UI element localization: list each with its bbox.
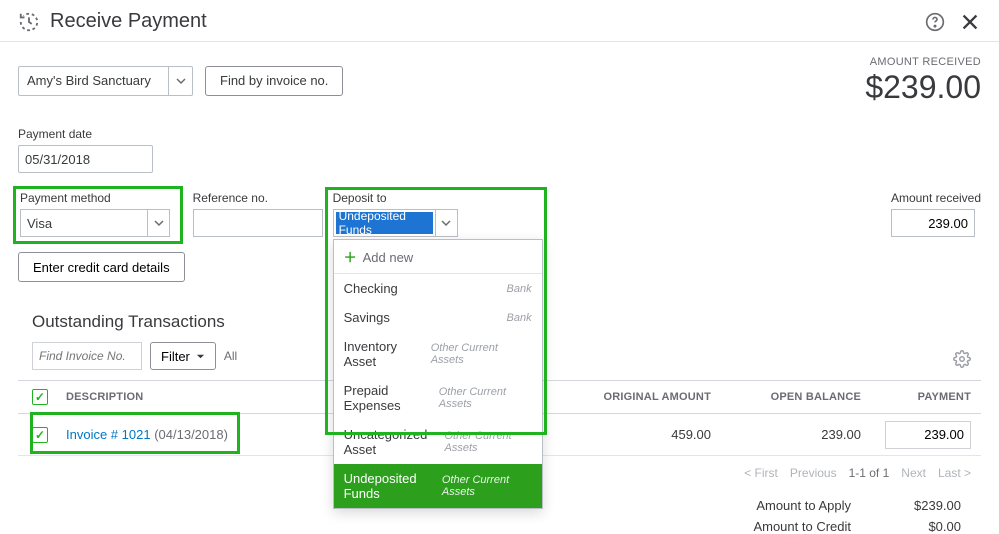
find-invoice-input[interactable] [32,342,142,370]
gear-icon[interactable] [953,350,971,371]
deposit-option-add-new[interactable]: ＋Add new [334,240,542,274]
close-icon[interactable] [959,11,981,33]
header-bar: Receive Payment [0,0,999,42]
help-icon[interactable] [925,12,945,32]
deposit-to-select[interactable]: Undeposited Funds [333,209,458,237]
enter-credit-card-button[interactable]: Enter credit card details [18,252,185,282]
deposit-option-name: Uncategorized Asset [344,427,445,457]
deposit-option-name: Checking [344,281,398,296]
row-open: 239.00 [711,427,861,442]
payment-method-label: Payment method [20,191,176,205]
deposit-option[interactable]: Prepaid Expenses Other Current Assets [334,376,542,420]
customer-select[interactable]: Amy's Bird Sanctuary [18,66,193,96]
deposit-option-type: Bank [507,312,532,324]
page-title: Receive Payment [50,10,207,33]
deposit-option[interactable]: Savings Bank [334,303,542,332]
reference-no-input[interactable] [193,209,323,237]
pager-next[interactable]: Next [901,466,926,480]
deposit-option-name: Inventory Asset [344,339,431,369]
deposit-to-label: Deposit to [333,191,458,205]
col-original-amount: ORIGINAL AMOUNT [561,391,711,403]
col-payment: PAYMENT [861,391,981,403]
deposit-option-name: Prepaid Expenses [344,383,439,413]
plus-icon: ＋ [344,250,357,265]
row-payment-input[interactable] [885,421,971,449]
chevron-down-icon [147,210,169,236]
deposit-to-selected: Undeposited Funds [336,212,433,234]
amount-received-input[interactable] [891,209,975,237]
payment-date-label: Payment date [18,127,168,141]
deposit-option[interactable]: Uncategorized Asset Other Current Assets [334,420,542,464]
row-original: 459.00 [561,427,711,442]
amount-received-field-label: Amount received [891,191,981,205]
chevron-down-icon [168,67,192,95]
history-icon[interactable] [18,11,40,33]
customer-selected: Amy's Bird Sanctuary [19,73,168,88]
deposit-to-dropdown: ＋Add new Checking Bank Savings Bank Inve… [333,239,543,509]
payment-date-input[interactable] [18,145,153,173]
pager-range: 1-1 of 1 [849,466,890,480]
payment-method-select[interactable]: Visa [20,209,170,237]
amount-received-label: AMOUNT RECEIVED [865,56,981,68]
chevron-down-icon [435,210,457,236]
amount-to-apply-value: $239.00 [891,498,961,513]
pager-last[interactable]: Last > [938,466,971,480]
invoice-link[interactable]: Invoice # 1021 [66,427,151,442]
deposit-option-name: Savings [344,310,390,325]
col-open-balance: OPEN BALANCE [711,391,861,403]
deposit-option-type: Bank [507,283,532,295]
filter-all-text: All [224,349,237,363]
row-checkbox[interactable]: ✓ [32,427,48,443]
deposit-option-type: Other Current Assets [431,342,532,366]
pager-first[interactable]: < First [744,466,778,480]
deposit-option-type: Other Current Assets [439,386,532,410]
amount-to-apply-label: Amount to Apply [731,498,851,513]
payment-method-selected: Visa [21,210,147,236]
invoice-date: (04/13/2018) [154,427,228,442]
filter-button[interactable]: Filter [150,342,216,370]
deposit-option-type: Other Current Assets [442,474,532,498]
pager-prev[interactable]: Previous [790,466,837,480]
reference-no-label: Reference no. [193,191,323,205]
find-by-invoice-button[interactable]: Find by invoice no. [205,66,343,96]
deposit-option-name: Undeposited Funds [344,471,442,501]
deposit-option[interactable]: Inventory Asset Other Current Assets [334,332,542,376]
deposit-option-type: Other Current Assets [444,430,531,454]
chevron-down-icon [196,352,205,361]
amount-received-display: $239.00 [865,70,981,105]
deposit-option-selected[interactable]: Undeposited Funds Other Current Assets [334,464,542,508]
select-all-checkbox[interactable]: ✓ [32,389,48,405]
deposit-option[interactable]: Checking Bank [334,274,542,303]
